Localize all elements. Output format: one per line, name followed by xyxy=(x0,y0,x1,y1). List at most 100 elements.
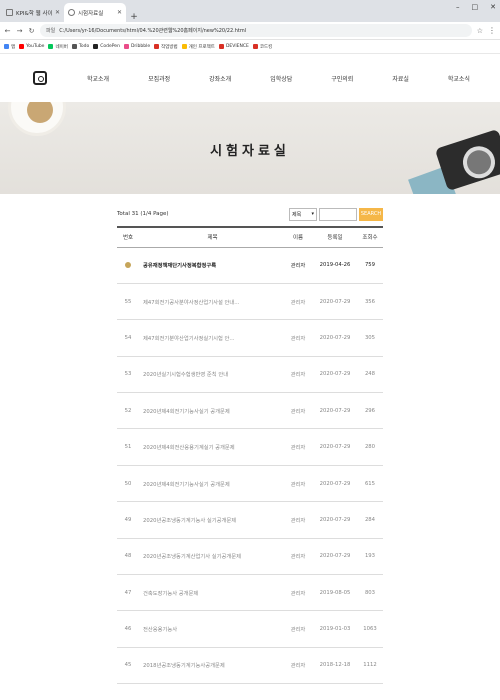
table-row[interactable]: 53 2020년실기시험수험생반영 준칙 안내 관리자 2020-07-29 248 xyxy=(117,356,383,394)
reload-icon[interactable]: ↻ xyxy=(28,27,35,35)
star-icon[interactable]: ☆ xyxy=(477,27,483,35)
logo-icon[interactable] xyxy=(33,71,47,85)
row-writer: 관리자 xyxy=(283,465,313,503)
bookmark-label: 네이버 xyxy=(55,44,68,50)
row-hits: 1112 xyxy=(357,647,383,685)
menu-dots-icon[interactable]: ⋮ xyxy=(488,26,496,35)
bookmark-item[interactable]: 개인 프로젝트 xyxy=(181,44,215,50)
row-hits: 305 xyxy=(357,319,383,357)
table-row[interactable]: 54 제47회전기분야산업기사정실기시험 안... 관리자 2020-07-29 305 xyxy=(117,319,383,357)
row-title-cell: 2018년공조냉동기계기능사공개문제 xyxy=(139,647,283,685)
forward-icon[interactable]: → xyxy=(16,27,23,35)
table-row[interactable]: 45 2018년공조냉동기계기능사공개문제 관리자 2018-12-18 1112 xyxy=(117,647,383,685)
row-title-cell: 제47회전기분야산업기사정실기시험 안... xyxy=(139,319,283,357)
row-hits: 193 xyxy=(357,538,383,576)
address-bar: ← → ↻ 파일 C:/Users/yr-16/Documents/html/0… xyxy=(0,22,500,40)
table-row[interactable]: 55 제47회전기공사분야사정산업기사설 안내... 관리자 2020-07-29 35… xyxy=(117,283,383,321)
nav-item[interactable]: 입학상담 xyxy=(270,74,292,83)
row-title-link[interactable]: 2020년실기시험수험생반영 준칙 안내 xyxy=(143,370,228,378)
bookmark-label: DEVIENCE xyxy=(225,44,249,49)
table-row[interactable]: 52 2020년제4회전기기능사실기 공개문제 관리자 2020-07-29 296 xyxy=(117,392,383,430)
notice-icon xyxy=(125,261,131,268)
row-writer: 관리자 xyxy=(283,574,313,612)
bookmark-favicon-icon xyxy=(48,44,54,49)
browser-tab-1[interactable]: KPI&학 웹 사이트 ✕ xyxy=(2,3,64,22)
row-title-link[interactable]: 제47회전기공사분야사정산업기사설 안내... xyxy=(143,298,239,306)
row-writer: 관리자 xyxy=(283,392,313,430)
row-hits: 284 xyxy=(357,501,383,539)
bookmark-item[interactable]: Todo xyxy=(71,44,89,49)
tab-label: 시험자료실 xyxy=(78,10,104,17)
row-title-link[interactable]: 건축도장기능사 공개문제 xyxy=(143,589,198,597)
row-title-cell: 2020년제4회전기기능사실기 공개문제 xyxy=(139,465,283,503)
header-no: 번호 xyxy=(117,226,139,248)
table-row[interactable]: 공유재정책재단기사정복합정구록 관리자 2019-04-26 759 xyxy=(117,247,383,284)
bookmark-item[interactable]: YouTube xyxy=(19,44,44,49)
close-window-icon[interactable]: ✕ xyxy=(490,3,496,11)
nav-item[interactable]: 모집과정 xyxy=(148,74,170,83)
row-writer: 관리자 xyxy=(283,356,313,394)
nav-item[interactable]: 학교소식 xyxy=(448,74,470,83)
row-number: 49 xyxy=(117,501,139,539)
search-button[interactable]: SEARCH xyxy=(359,207,383,221)
row-title-cell: 공유재정책재단기사정복합정구록 xyxy=(139,247,283,284)
row-hits: 248 xyxy=(357,356,383,394)
globe-icon xyxy=(68,9,75,16)
row-writer: 관리자 xyxy=(283,319,313,357)
table-row[interactable]: 46 전산응용기능사 관리자 2019-01-03 1063 xyxy=(117,610,383,648)
row-title-link[interactable]: 2020년제4회전기기능사실기 공개문제 xyxy=(143,480,230,488)
close-icon[interactable]: ✕ xyxy=(117,9,122,16)
row-title-cell: 건축도장기능사 공개문제 xyxy=(139,574,283,612)
nav-item[interactable]: 강좌소개 xyxy=(209,74,231,83)
row-title-link[interactable]: 공유재정책재단기사정복합정구록 xyxy=(143,261,216,269)
new-tab-button[interactable]: + xyxy=(128,12,140,22)
maximize-icon[interactable]: □ xyxy=(472,3,479,11)
close-icon[interactable]: ✕ xyxy=(55,9,60,16)
browser-tab-2[interactable]: 시험자료실 ✕ xyxy=(64,3,126,22)
bookmark-item[interactable]: CodePen xyxy=(93,44,120,49)
bookmark-item[interactable]: Dribbble xyxy=(123,44,151,49)
tab-label: KPI&학 웹 사이트 xyxy=(16,10,52,17)
nav-item[interactable]: 학교소개 xyxy=(87,74,109,83)
row-hits: 759 xyxy=(357,247,383,284)
back-icon[interactable]: ← xyxy=(4,27,11,35)
row-date: 2020-07-29 xyxy=(313,501,357,539)
board-toolbar: Total 31 (1/4 Page) 제목 ▾ SEARCH xyxy=(117,206,383,222)
camera-image xyxy=(434,128,500,192)
table-row[interactable]: 51 2020년제4회전산응용기계실기 공개문제 관리자 2020-07-29 280 xyxy=(117,428,383,466)
row-title-link[interactable]: 2020년공조냉동기계산업기사 실기공개문제 xyxy=(143,552,241,560)
row-title-link[interactable]: 2018년공조냉동기계기능사공개문제 xyxy=(143,661,225,669)
bookmark-item[interactable]: DEVIENCE xyxy=(218,44,249,49)
table-row[interactable]: 48 2020년공조냉동기계산업기사 실기공개문제 관리자 2020-07-29 193 xyxy=(117,538,383,576)
bookmark-label: 개인 프로젝트 xyxy=(188,44,215,50)
bookmark-item[interactable]: 앱 xyxy=(4,44,15,50)
nav-item[interactable]: 자료실 xyxy=(392,74,409,83)
hero-banner: 시험자료실 xyxy=(0,102,500,194)
table-row[interactable]: 50 2020년제4회전기기능사실기 공개문제 관리자 2020-07-29 615 xyxy=(117,465,383,503)
row-date: 2020-07-29 xyxy=(313,392,357,430)
header-writer: 이름 xyxy=(283,226,313,248)
search-input[interactable] xyxy=(319,207,357,221)
minimize-icon[interactable]: – xyxy=(456,3,460,11)
row-hits: 280 xyxy=(357,428,383,466)
row-title-link[interactable]: 2020년공조냉동기계기능사 실기공개문제 xyxy=(143,516,236,524)
table-row[interactable]: 49 2020년공조냉동기계기능사 실기공개문제 관리자 2020-07-29 284 xyxy=(117,501,383,539)
bookmark-favicon-icon xyxy=(181,44,187,49)
bookmark-item[interactable]: 네이버 xyxy=(48,44,68,50)
row-title-link[interactable]: 전산응용기능사 xyxy=(143,625,177,633)
bookmark-label: Dribbble xyxy=(130,44,151,49)
row-title-link[interactable]: 제47회전기분야산업기사정실기시험 안... xyxy=(143,334,234,342)
row-title-link[interactable]: 2020년제4회전기기능사실기 공개문제 xyxy=(143,407,230,415)
bookmark-favicon-icon xyxy=(252,44,258,49)
search-field-select[interactable]: 제목 ▾ xyxy=(289,207,317,221)
row-title-link[interactable]: 2020년제4회전산응용기계실기 공개문제 xyxy=(143,443,235,451)
table-row[interactable]: 47 건축도장기능사 공개문제 관리자 2019-08-05 803 xyxy=(117,574,383,612)
bookmark-item[interactable]: 작업방법 xyxy=(154,44,178,50)
bookmark-favicon-icon xyxy=(123,44,129,49)
bookmark-item[interactable]: 코드킹 xyxy=(252,44,272,50)
nav-item[interactable]: 구인의뢰 xyxy=(331,74,353,83)
row-date: 2020-07-29 xyxy=(313,319,357,357)
url-field[interactable]: 파일 C:/Users/yr-16/Documents/html/04.%20관… xyxy=(40,24,472,37)
row-number: 48 xyxy=(117,538,139,576)
browser-tabbar: KPI&학 웹 사이트 ✕ 시험자료실 ✕ + – □ ✕ xyxy=(0,0,500,22)
